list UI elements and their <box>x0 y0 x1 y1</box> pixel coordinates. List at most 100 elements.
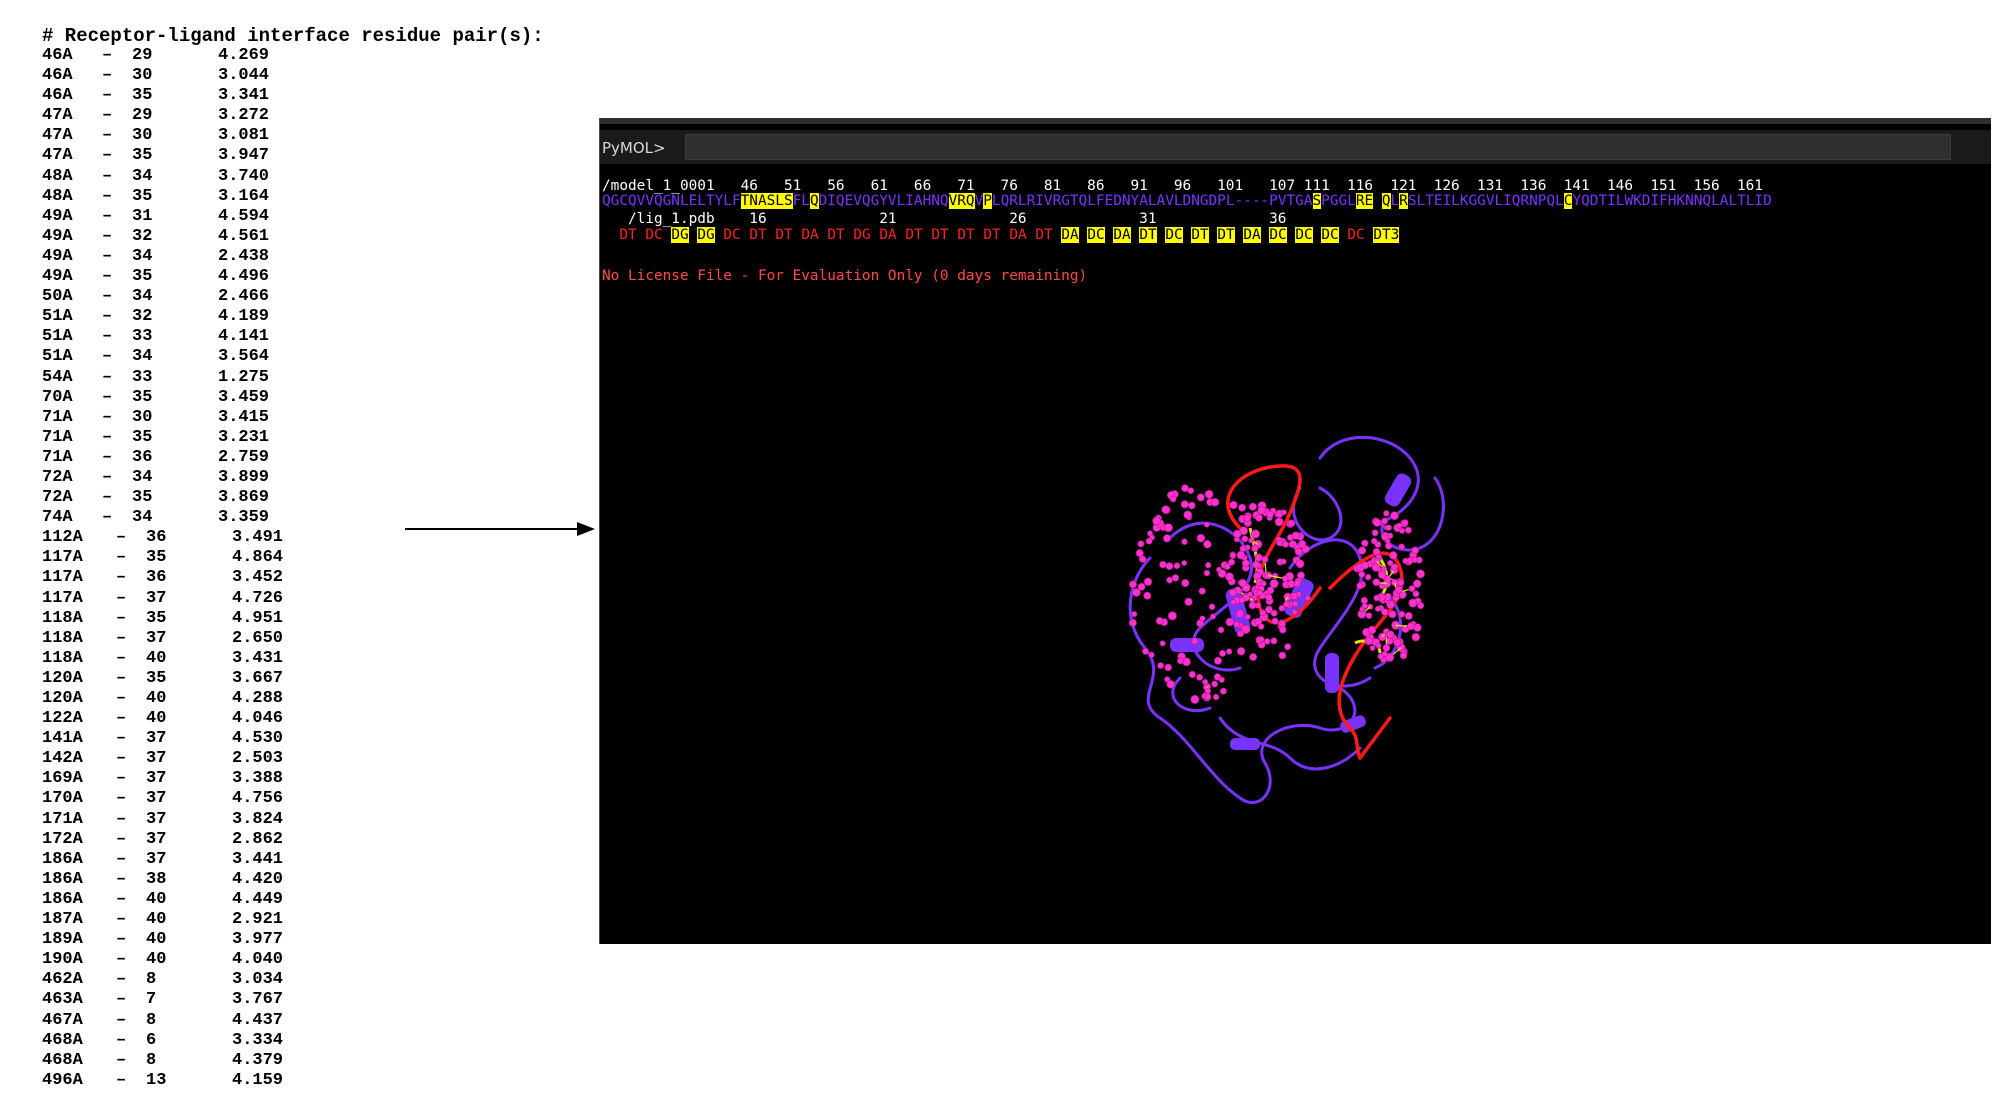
pair-dash: – <box>102 508 113 528</box>
atom <box>1408 585 1416 592</box>
residue-pair-row: 186A –38 4.420 <box>42 870 602 890</box>
pair-distance: 3.044 <box>218 66 270 86</box>
sequence-segment[interactable]: DT <box>983 227 1000 243</box>
atom <box>1205 562 1212 569</box>
residue-pair-row: 120A –40 4.288 <box>42 689 602 709</box>
pair-distance: 3.415 <box>218 407 270 427</box>
sequence-segment[interactable]: DC <box>1295 227 1313 243</box>
sequence-segment[interactable]: DC <box>1269 227 1287 243</box>
ligand-residue: 37 <box>146 849 167 869</box>
sequence-segment[interactable]: QGCQVVQGNLELTYLF <box>602 193 741 209</box>
sequence-segment[interactable]: DC <box>723 227 740 243</box>
receptor-residue: 463A <box>42 990 83 1010</box>
sequence-segment[interactable]: Q <box>1381 193 1391 209</box>
command-input[interactable] <box>685 134 1951 160</box>
atom <box>1148 651 1155 658</box>
sequence-segment[interactable] <box>1373 193 1382 209</box>
sequence-segment[interactable]: L <box>1391 193 1400 209</box>
sequence-segment[interactable]: DT <box>905 227 922 243</box>
atom <box>1276 539 1283 547</box>
receptor-residue: 51A <box>42 347 73 367</box>
receptor-residue: 71A <box>42 427 73 447</box>
receptor-residue: 170A <box>42 789 83 809</box>
receptor-residue: 49A <box>42 226 73 246</box>
sequence-segment[interactable]: S <box>1312 193 1322 209</box>
residue-pair-row: 49A –31 4.594 <box>42 207 602 227</box>
atom <box>1171 574 1180 582</box>
sequence-segment[interactable]: VRQ <box>948 193 975 209</box>
sequence-segment[interactable]: DT <box>1191 227 1209 243</box>
sequence-segment[interactable]: DT <box>957 227 974 243</box>
sequence-segment[interactable]: V <box>975 193 984 209</box>
ligand-residue: 36 <box>132 447 153 467</box>
sequence-segment[interactable]: TNASLS <box>740 193 793 209</box>
residue-pair-row: 49A –35 4.496 <box>42 267 602 287</box>
sequence-segment[interactable]: FL <box>793 193 810 209</box>
sequence-segment[interactable]: DT <box>619 227 636 243</box>
sequence-segment[interactable]: DT <box>775 227 792 243</box>
pair-distance: 4.141 <box>218 327 270 347</box>
pair-dash: – <box>102 488 113 508</box>
sequence-segment[interactable]: DA <box>1061 227 1079 243</box>
sequence-segment[interactable]: DC <box>645 227 662 243</box>
atom <box>1229 552 1236 559</box>
atom <box>1383 510 1390 517</box>
receptor-residue: 118A <box>42 628 83 648</box>
atom <box>1265 593 1273 601</box>
residue-pair-row: 48A –35 3.164 <box>42 187 602 207</box>
pair-distance: 4.046 <box>232 709 284 729</box>
model-residue-numbers: /model_1_0001 46 51 56 61 66 71 76 81 86… <box>602 178 1763 194</box>
sequence-segment[interactable]: DA <box>1243 227 1261 243</box>
sequence-segment[interactable]: DT <box>827 227 844 243</box>
sequence-segment[interactable]: YQDTILWKDIFHKNNQLALTLID <box>1572 193 1771 209</box>
ligand-sequence[interactable]: DT DC DG DG DC DT DT DA DT DG DA DT DT D… <box>602 227 1400 243</box>
model-sequence[interactable]: QGCQVVQGNLELTYLFTNASLSFLQDIQEVQGYVLIAHNQ… <box>602 193 1772 209</box>
sequence-segment[interactable]: PGGL <box>1321 193 1356 209</box>
sequence-segment[interactable]: SLTEILKGGVLIQRNPQL <box>1408 193 1564 209</box>
sequence-segment[interactable]: DA <box>1113 227 1131 243</box>
atom <box>1387 532 1394 539</box>
pair-distance: 1.275 <box>218 367 270 387</box>
sequence-segment[interactable]: DG <box>671 227 689 243</box>
atom <box>1243 514 1252 522</box>
sequence-segment[interactable]: DG <box>853 227 870 243</box>
atom <box>1209 613 1217 620</box>
sequence-segment[interactable]: DC <box>1321 227 1339 243</box>
sequence-segment[interactable]: R <box>1399 193 1408 209</box>
sequence-segment[interactable]: DC <box>1165 227 1183 243</box>
receptor-residue: 468A <box>42 1030 83 1050</box>
residue-pair-row: 54A –33 1.275 <box>42 368 602 388</box>
sequence-segment[interactable]: DT3 <box>1373 227 1400 243</box>
sequence-segment[interactable]: P <box>983 193 992 209</box>
sequence-segment[interactable]: RE <box>1355 193 1374 209</box>
atom <box>1128 618 1137 627</box>
sequence-segment[interactable]: DIQEVQGYVLIAHNQ <box>819 193 949 209</box>
atom <box>1360 596 1368 605</box>
atom <box>1225 572 1234 582</box>
sequence-segment[interactable]: DT <box>931 227 948 243</box>
sequence-segment[interactable]: DG <box>697 227 715 243</box>
sequence-segment[interactable]: DT <box>749 227 766 243</box>
pair-dash: – <box>102 166 113 186</box>
receptor-residue: 122A <box>42 709 83 729</box>
atom <box>1402 557 1409 564</box>
pair-dash: – <box>116 1010 127 1030</box>
molecular-structure-view[interactable] <box>1090 418 1510 838</box>
atom <box>1361 561 1370 570</box>
sequence-segment[interactable]: DC <box>1347 227 1364 243</box>
sequence-viewer[interactable]: /model_1_0001 46 51 56 61 66 71 76 81 86… <box>600 178 1991 264</box>
sequence-segment[interactable]: DA <box>879 227 896 243</box>
sequence-segment[interactable]: DC <box>1087 227 1105 243</box>
ligand-residue: 35 <box>132 387 153 407</box>
sequence-segment[interactable]: DT <box>1139 227 1157 243</box>
sequence-segment[interactable]: DT <box>1035 227 1052 243</box>
sequence-segment[interactable]: Q <box>809 193 819 209</box>
ligand-residue: 36 <box>146 528 167 548</box>
atom <box>1173 562 1181 570</box>
atom <box>1372 518 1382 527</box>
sequence-segment[interactable]: DT <box>1217 227 1235 243</box>
sequence-segment[interactable]: DA <box>1009 227 1026 243</box>
sequence-segment[interactable]: LQRLRIVRGTQLFEDNYALAVLDNGDPL----PVTGA <box>992 193 1313 209</box>
atom <box>1196 673 1204 681</box>
sequence-segment[interactable]: DA <box>801 227 818 243</box>
